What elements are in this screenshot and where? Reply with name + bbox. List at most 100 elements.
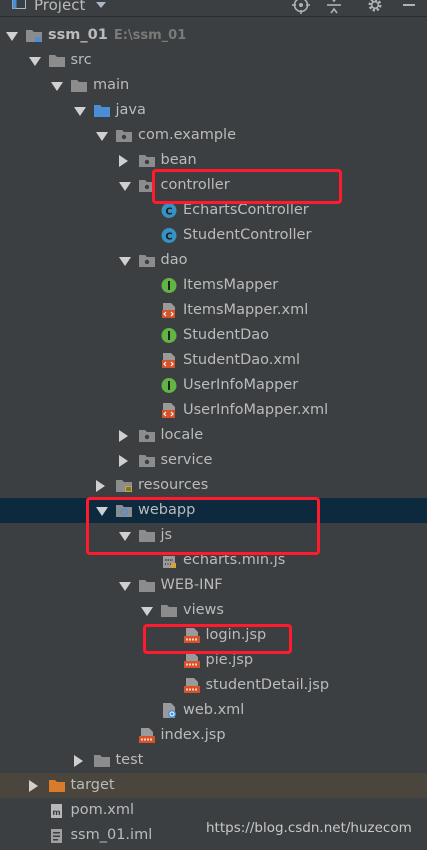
interface-icon <box>160 277 178 294</box>
tree-item-items-mapper-xml[interactable]: ItemsMapper.xml <box>0 298 427 323</box>
tree-item-label: web.xml <box>183 702 245 718</box>
chevron-down-icon[interactable] <box>28 57 41 66</box>
watermark-text: https://blog.csdn.net/huzecom <box>206 820 412 836</box>
module-icon <box>25 27 43 44</box>
interface-icon <box>160 327 178 344</box>
tree-item-locale[interactable]: locale <box>0 423 427 448</box>
tree-item-label: ssm_01 E:\ssm_01 <box>48 27 187 43</box>
package-icon <box>138 452 156 469</box>
web-xml-icon <box>160 702 178 719</box>
tree-item-ssm-01[interactable]: ssm_01 E:\ssm_01 <box>0 23 427 48</box>
chevron-down-icon[interactable] <box>96 132 108 141</box>
tree-item-label: index.jsp <box>160 727 226 743</box>
svg-text:C: C <box>165 207 172 218</box>
jsp-file-icon <box>183 677 201 694</box>
tree-item-label: pom.xml <box>70 802 135 818</box>
highlight-box-1 <box>152 169 342 204</box>
chevron-down-icon[interactable] <box>118 257 131 266</box>
chevron-down-icon[interactable] <box>118 182 131 191</box>
tree-item-items-mapper[interactable]: ItemsMapper <box>0 273 427 298</box>
tree-item-index-jsp[interactable]: index.jsp <box>0 723 427 748</box>
tree-item-label: resources <box>138 477 209 493</box>
xml-file-icon <box>160 352 178 369</box>
tree-item-service[interactable]: service <box>0 448 427 473</box>
tree-item-src[interactable]: src <box>0 48 427 73</box>
source-folder-icon <box>93 102 111 119</box>
folder-icon <box>138 577 156 594</box>
gear-icon[interactable] <box>366 0 384 14</box>
tree-item-user-info-mapper-xml[interactable]: UserInfoMapper.xml <box>0 398 427 423</box>
chevron-right-icon[interactable] <box>118 430 128 442</box>
tree-item-label: java <box>115 102 146 118</box>
chevron-right-icon[interactable] <box>28 780 38 792</box>
project-panel-header: Project <box>0 0 427 17</box>
chevron-down-icon[interactable] <box>73 107 86 116</box>
tree-item-test[interactable]: test <box>0 748 427 773</box>
tree-item-label: dao <box>160 252 188 268</box>
chevron-right-icon[interactable] <box>118 455 128 467</box>
jsp-file-icon <box>138 727 156 744</box>
highlight-box-2 <box>86 497 320 555</box>
package-icon <box>138 152 156 169</box>
chevron-right-icon[interactable] <box>96 480 105 492</box>
folder-icon <box>160 602 178 619</box>
tree-item-label: views <box>183 602 224 618</box>
tree-item-label: locale <box>160 427 204 443</box>
tree-item-label: StudentDao <box>183 327 270 343</box>
chevron-down-icon[interactable] <box>51 82 63 91</box>
tree-item-views[interactable]: views <box>0 598 427 623</box>
tree-item-student-dao-xml[interactable]: StudentDao.xml <box>0 348 427 373</box>
tree-item-label: WEB-INF <box>160 577 223 593</box>
class-icon: C <box>160 202 178 219</box>
tree-item-target[interactable]: target <box>0 773 427 798</box>
svg-text:C: C <box>165 232 172 243</box>
chevron-down-icon[interactable] <box>6 32 18 41</box>
svg-text:m: m <box>52 808 60 817</box>
tree-item-com-example[interactable]: com.example <box>0 123 427 148</box>
tree-item-student-dao[interactable]: StudentDao <box>0 323 427 348</box>
package-icon <box>138 252 156 269</box>
tree-item-resources[interactable]: resources <box>0 473 427 498</box>
tree-item-label: ItemsMapper.xml <box>183 302 309 318</box>
iml-file-icon <box>48 827 66 844</box>
class-icon: C <box>160 227 178 244</box>
chevron-right-icon[interactable] <box>73 755 83 767</box>
tree-item-main[interactable]: main <box>0 73 427 98</box>
tree-item-label: ItemsMapper <box>183 277 279 293</box>
minimize-icon[interactable] <box>400 0 418 14</box>
tree-item-label: StudentController <box>183 227 312 243</box>
panel-title[interactable]: Project <box>34 0 85 14</box>
chevron-down-icon[interactable] <box>141 607 153 616</box>
tree-item-label: StudentDao.xml <box>183 352 301 368</box>
tree-item-web-xml[interactable]: web.xml <box>0 698 427 723</box>
highlight-box-3 <box>143 624 292 654</box>
interface-icon <box>160 377 178 394</box>
tree-item-student-detail-jsp[interactable]: studentDetail.jsp <box>0 673 427 698</box>
resources-folder-icon <box>115 477 133 494</box>
chevron-down-icon[interactable] <box>96 2 106 8</box>
tree-item-user-info-mapper[interactable]: UserInfoMapper <box>0 373 427 398</box>
package-icon <box>115 127 133 144</box>
excluded-folder-icon <box>48 777 66 794</box>
chevron-right-icon[interactable] <box>118 155 128 167</box>
xml-file-icon <box>160 402 178 419</box>
folder-icon <box>70 77 88 94</box>
collapse-all-icon[interactable] <box>325 0 343 14</box>
tree-item-dao[interactable]: dao <box>0 248 427 273</box>
tree-item-label: studentDetail.jsp <box>205 677 330 693</box>
folder-icon <box>48 52 66 69</box>
tree-item-java[interactable]: java <box>0 98 427 123</box>
module-path: E:\ssm_01 <box>113 28 187 43</box>
tree-item-label: bean <box>160 152 197 168</box>
package-icon <box>138 427 156 444</box>
locate-icon[interactable] <box>292 0 310 14</box>
folder-icon <box>93 752 111 769</box>
xml-file-icon <box>160 302 178 319</box>
tree-item-label: ssm_01.iml <box>70 827 153 843</box>
chevron-down-icon[interactable] <box>118 582 131 591</box>
tree-item-student-controller[interactable]: C StudentController <box>0 223 427 248</box>
tree-item-label: main <box>93 77 130 93</box>
tree-item-label: test <box>115 752 144 768</box>
tree-item-web-inf[interactable]: WEB-INF <box>0 573 427 598</box>
tree-item-label: com.example <box>138 127 236 143</box>
